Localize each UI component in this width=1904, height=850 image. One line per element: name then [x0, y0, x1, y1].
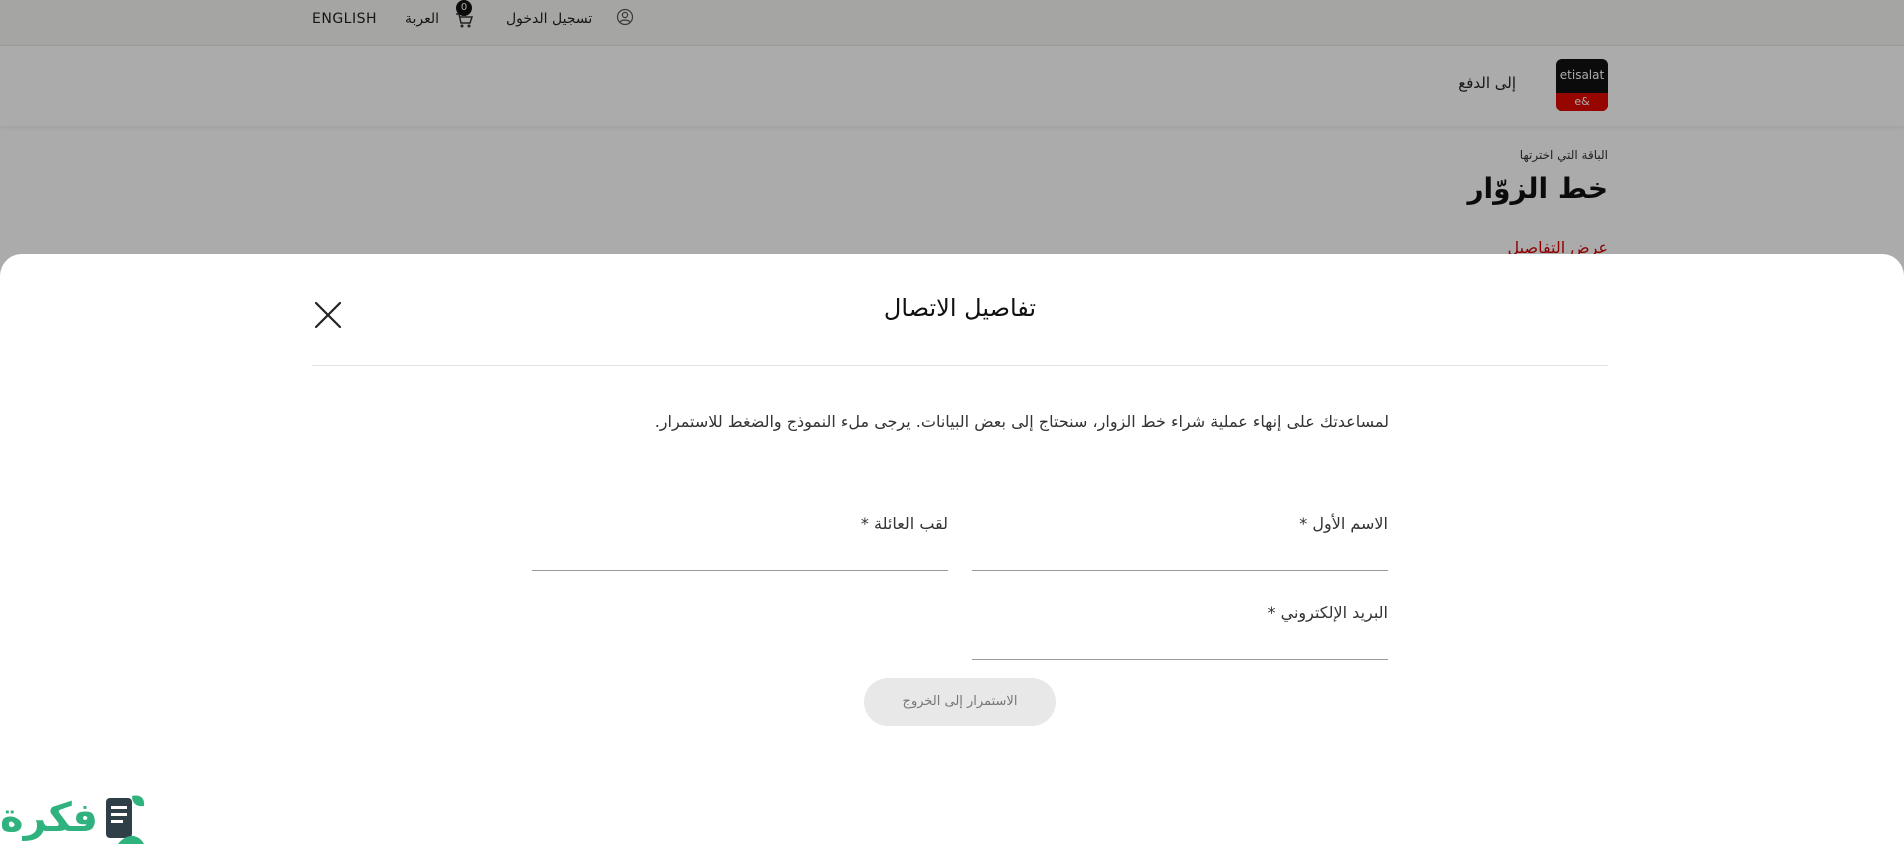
last-name-field[interactable]: لقب العائلة * [532, 514, 948, 571]
modal-title: تفاصيل الاتصال [883, 294, 1037, 322]
last-name-label: لقب العائلة * [860, 514, 948, 533]
email-field[interactable]: البريد الإلكتروني * [972, 603, 1388, 660]
modal-divider [312, 365, 1608, 366]
last-name-input[interactable] [532, 540, 948, 566]
close-icon[interactable] [312, 299, 344, 331]
watermark-logo: فكرة [0, 788, 155, 850]
first-name-label: الاسم الأول * [1299, 514, 1388, 533]
contact-details-modal: تفاصيل الاتصال لمساعدتك على إنهاء عملية … [0, 254, 1904, 850]
email-input[interactable] [972, 629, 1388, 655]
continue-to-checkout-button[interactable]: الاستمرار إلى الخروج [864, 678, 1056, 726]
first-name-field[interactable]: الاسم الأول * [972, 514, 1388, 571]
watermark-text: فكرة [0, 795, 98, 841]
document-leaf-icon [102, 790, 148, 846]
modal-intro-text: لمساعدتك على إنهاء عملية شراء خط الزوار،… [654, 412, 1389, 431]
email-label: البريد الإلكتروني * [1267, 603, 1388, 622]
first-name-input[interactable] [972, 540, 1388, 566]
